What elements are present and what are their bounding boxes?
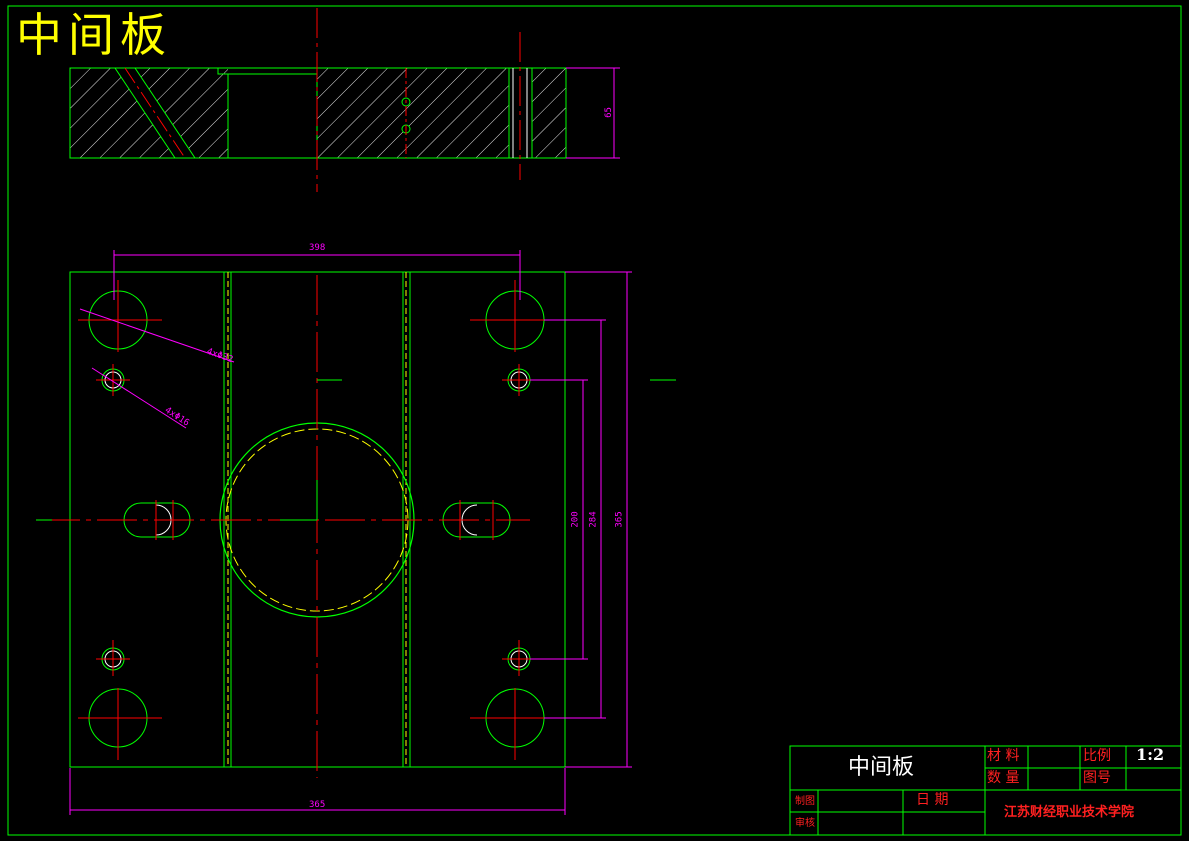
tb-checked-label: 审核: [795, 818, 815, 829]
tb-part-name: 中间板: [848, 755, 915, 780]
drawing-title: 中间板: [16, 8, 172, 62]
dim-bottom-width: 365: [309, 800, 326, 810]
tb-school: 江苏财经职业技术学院: [1004, 805, 1135, 820]
hatch-middle: [317, 68, 509, 158]
dim-top-height: 65: [603, 107, 614, 118]
top-slot: [217, 68, 318, 75]
tb-drawing-no-label: 图号: [1083, 770, 1111, 786]
dim-right-height: 365: [614, 511, 625, 528]
tb-date-label: 日 期: [916, 792, 949, 808]
tb-scale-label: 比例: [1083, 748, 1111, 764]
dim-pitch-2: 200: [570, 511, 581, 528]
dim-top-width: 398: [309, 243, 326, 253]
tb-scale-value: 1:2: [1136, 745, 1165, 764]
plan-view: [36, 250, 676, 815]
tb-quantity-label: 数 量: [987, 770, 1020, 786]
tb-material-label: 材 料: [987, 748, 1020, 764]
dim-pitch-1: 284: [588, 511, 599, 528]
tb-drawn-label: 制图: [795, 796, 815, 807]
hatch-right: [532, 68, 566, 158]
